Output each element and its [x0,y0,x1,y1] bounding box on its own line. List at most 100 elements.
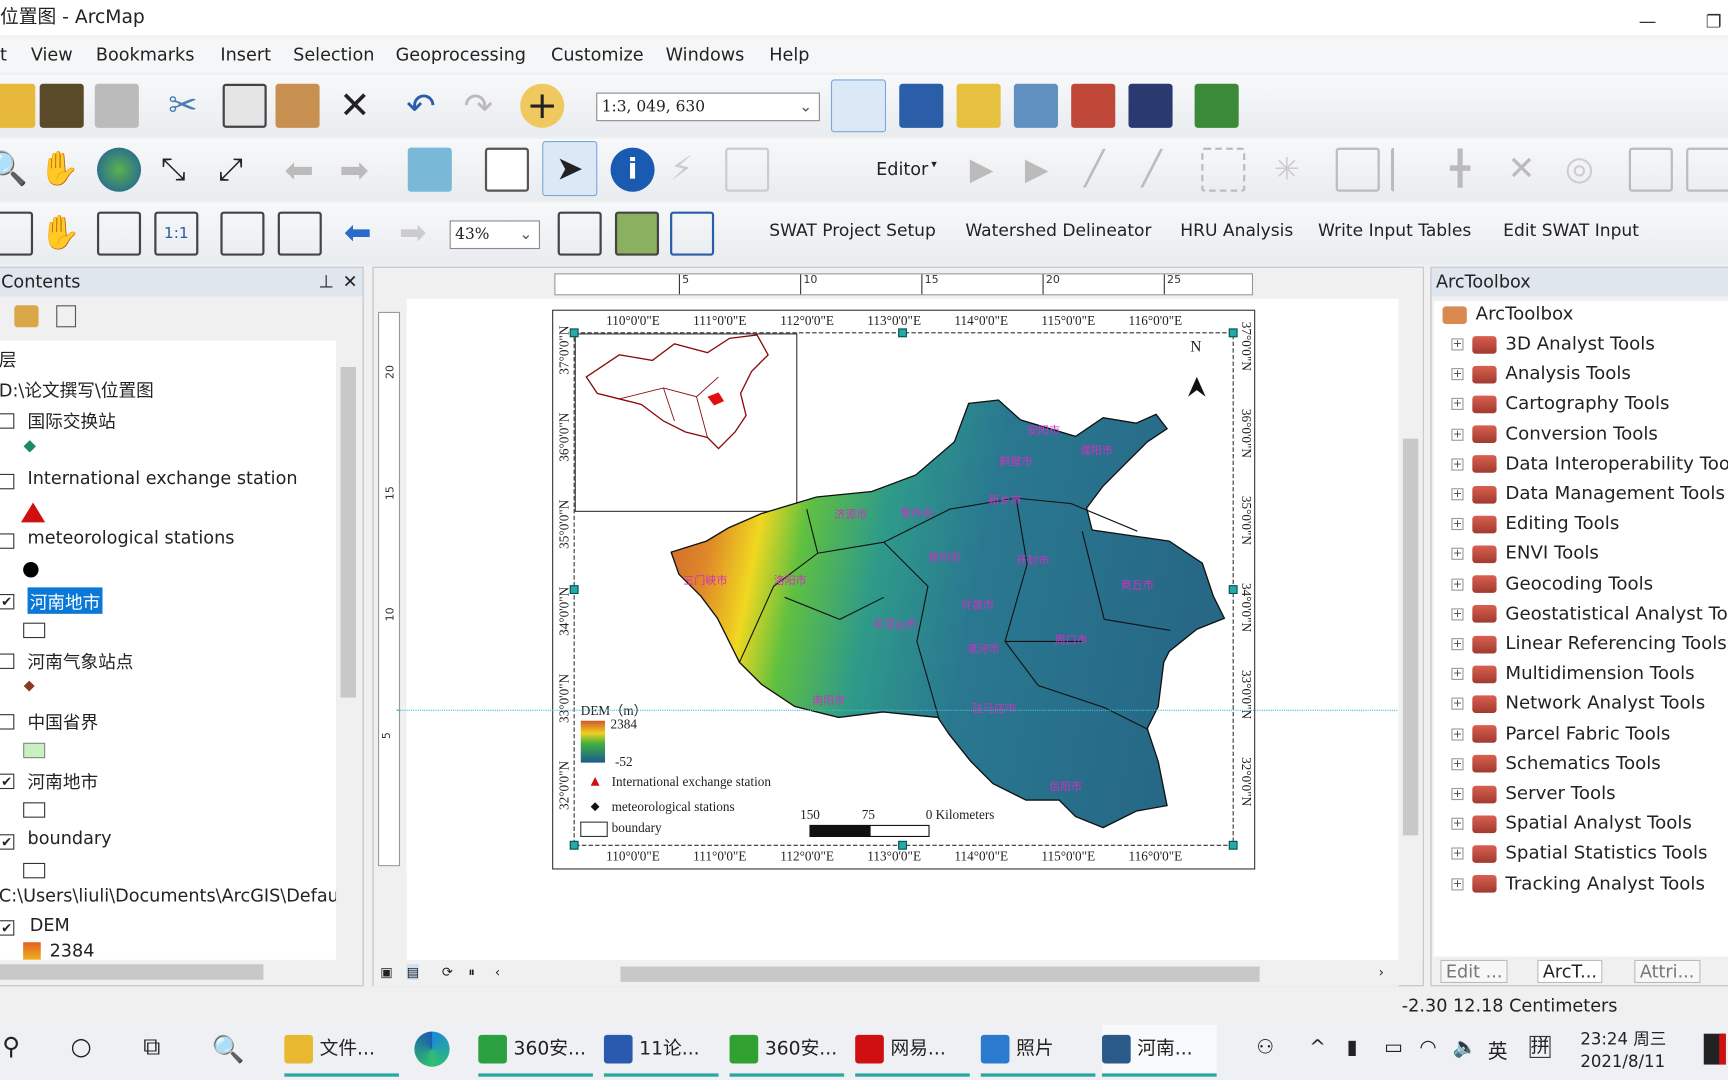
scroll-left-icon[interactable]: ‹ [495,964,500,979]
expand-icon[interactable]: + [1451,698,1464,711]
print-icon[interactable] [94,83,139,128]
selection-handle[interactable] [569,328,579,338]
close-icon[interactable]: ✕ [343,268,358,297]
restore-button[interactable]: ❐ [1697,4,1728,39]
toolbox-item[interactable]: + Geocoding Tools [1451,573,1653,594]
add-data-icon[interactable]: + [520,83,565,128]
toolbox-item[interactable]: + Editing Tools [1451,513,1619,534]
taskbar-app[interactable]: 360安... [478,1025,593,1077]
arctoolbox-icon[interactable] [1071,83,1116,128]
selection-handle[interactable] [1228,840,1238,850]
attribute-table-icon[interactable] [1628,147,1673,192]
model-builder-icon[interactable] [1194,83,1239,128]
data-source-group[interactable]: C:\Users\liuli\Documents\ArcGIS\Defau [0,885,336,906]
menu-edit[interactable]: t [0,37,7,72]
vertical-scrollbar[interactable] [336,340,361,960]
catalog-icon[interactable] [956,83,1001,128]
layer-name[interactable]: 中国省界 [28,707,99,733]
toolbox-item[interactable]: + Server Tools [1451,782,1616,803]
taskbar-app[interactable]: 360安... [729,1025,845,1077]
split-icon[interactable]: ╋ [1450,148,1494,192]
expand-icon[interactable]: + [1451,847,1464,861]
layer-checkbox[interactable]: ✔ [0,773,15,790]
expand-icon[interactable]: + [1451,338,1464,351]
zoom-whole-page-icon[interactable] [96,211,142,256]
hru-analysis-menu[interactable]: HRU Analysis [1180,220,1293,240]
end-point-arc-icon[interactable]: ╱ [1142,148,1186,192]
write-input-tables-menu[interactable]: Write Input Tables [1318,220,1471,240]
forward-extent-icon[interactable]: ➡ [339,148,383,192]
toolbox-item[interactable]: + Data Management Tools [1451,483,1725,504]
taskbar-app[interactable]: 文件... [284,1025,399,1077]
selection-handle[interactable] [569,840,579,850]
map-frame[interactable]: 110°0'0"E 110°0'0"E 111°0'0"E 111°0'0"E 112°… [552,309,1256,870]
expand-icon[interactable]: + [1451,578,1464,591]
scroll-right-icon[interactable]: › [1379,964,1384,979]
expand-icon[interactable]: + [1451,787,1464,801]
tab-edit[interactable]: Edit ... [1440,959,1508,984]
ime-language[interactable]: 英 [1488,1036,1508,1065]
layer-name[interactable]: DEM [30,915,70,936]
scrollbar-thumb[interactable] [620,966,1260,982]
change-layout-icon[interactable] [670,211,715,256]
expand-icon[interactable]: + [1451,518,1464,531]
tab-arctoolbox[interactable]: ArcT... [1537,959,1603,984]
taskbar-app[interactable]: 11论... [603,1025,719,1077]
wifi-icon[interactable]: ◠ [1419,1036,1436,1059]
rotate-icon[interactable]: ✕ [1508,148,1552,192]
cut-polygons-icon[interactable] [1390,147,1435,192]
selection-handle[interactable] [569,585,579,594]
reshape-icon[interactable] [1335,147,1380,192]
html-popup-icon[interactable] [725,147,770,192]
selection-handle[interactable] [898,328,907,338]
menu-customize[interactable]: Customize [551,37,644,72]
taskbar-app[interactable]: 河南... [1102,1024,1217,1077]
minimize-button[interactable]: — [1631,4,1664,39]
layout-view-button[interactable]: ▤ [406,964,420,980]
toolbox-item[interactable]: +3D Analyst Tools [1451,333,1655,354]
pause-icon[interactable]: ⏸ [468,964,475,981]
toolbox-item[interactable]: + Spatial Analyst Tools [1451,812,1692,833]
cortana-icon[interactable]: ○ [71,1034,92,1062]
toolbox-item[interactable]: + Cartography Tools [1451,393,1670,414]
table-of-contents-icon[interactable] [899,83,944,128]
edit-swat-input-menu[interactable]: Edit SWAT Input [1503,220,1639,240]
undo-icon[interactable]: ↶ [399,84,443,128]
microphone-icon[interactable]: ▮ [1347,1036,1358,1059]
edge-icon[interactable] [414,1031,450,1067]
layer-name[interactable]: 国际交换站 [28,407,116,433]
toggle-draft-mode-icon[interactable] [557,211,602,256]
layer-checkbox[interactable] [0,533,15,549]
layer-checkbox[interactable] [0,413,15,429]
options-icon[interactable] [56,305,77,328]
copy-icon[interactable] [222,83,267,128]
expand-icon[interactable]: + [1451,728,1464,741]
volume-icon[interactable]: 🔈 [1452,1036,1477,1059]
pan-icon[interactable]: ✋ [37,148,81,192]
split-tool-icon[interactable]: ✳ [1274,148,1318,192]
construction-tools-icon[interactable] [1201,147,1246,192]
layer-checkbox[interactable] [0,653,15,669]
toolbox-item[interactable]: + Network Analyst Tools [1451,693,1705,713]
expand-icon[interactable]: + [1451,428,1464,441]
select-elements-icon[interactable]: ➤ [542,141,598,197]
toolbox-item[interactable]: + Geostatistical Analyst Tools [1451,603,1728,624]
select-features-icon[interactable] [407,147,452,192]
toolbox-item[interactable]: + Linear Referencing Tools [1451,633,1727,654]
guide-line[interactable] [396,709,1398,711]
toolbox-root[interactable]: ArcToolbox [1442,303,1573,324]
expand-icon[interactable]: + [1451,757,1464,771]
expand-icon[interactable]: + [1451,488,1464,501]
hyperlink-icon[interactable]: ⚡ [670,148,714,192]
layer-name[interactable]: International exchange station [28,467,298,488]
expand-icon[interactable]: + [1451,458,1464,471]
scrollbar-thumb[interactable] [0,964,264,980]
go-forward-extent-icon[interactable]: ➡ [399,212,443,256]
cut-icon[interactable]: ✂ [161,84,205,128]
pin-icon[interactable]: ⊥ [318,268,333,297]
scrollbar-thumb[interactable] [340,366,356,698]
layout-zoom-in-icon[interactable] [0,211,34,256]
layout-zoom-select[interactable]: 43% ⌄ [449,220,540,250]
menu-view[interactable]: View [31,37,73,72]
identify-icon[interactable]: i [610,147,655,192]
